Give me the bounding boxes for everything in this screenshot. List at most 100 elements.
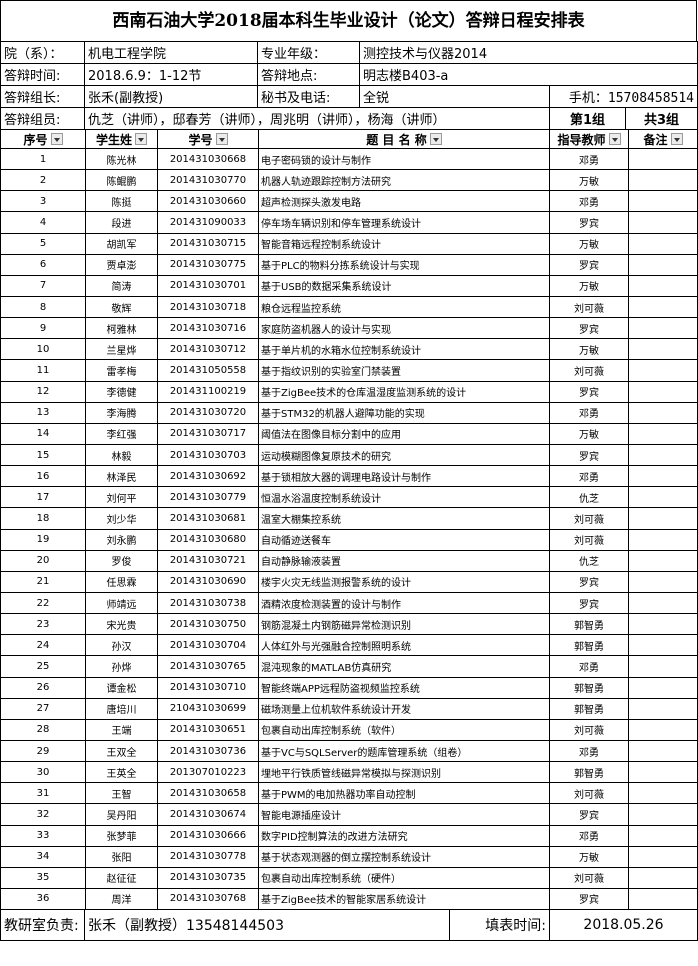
- row-number[interactable]: 16: [0, 465, 86, 488]
- advisor[interactable]: 万敏: [549, 422, 629, 445]
- student-name[interactable]: 刘永鹏: [85, 528, 158, 551]
- student-id[interactable]: 201431050558: [157, 359, 259, 382]
- student-name[interactable]: 张梦菲: [85, 824, 158, 847]
- table-row[interactable]: 21 任思霖 201431030690 楼宇火灾无线监测报警系统的设计 罗宾: [0, 570, 698, 593]
- remark[interactable]: [628, 718, 698, 741]
- student-id[interactable]: 201431030765: [157, 655, 259, 678]
- advisor[interactable]: 罗宾: [549, 211, 629, 234]
- student-name[interactable]: 简涛: [85, 274, 158, 297]
- student-id[interactable]: 201431030658: [157, 782, 259, 805]
- student-name[interactable]: 孙汉: [85, 634, 158, 657]
- student-id[interactable]: 201431030715: [157, 232, 259, 255]
- row-number[interactable]: 8: [0, 295, 86, 319]
- student-id[interactable]: 201431030716: [157, 317, 259, 340]
- row-number[interactable]: 1: [0, 147, 86, 171]
- row-number[interactable]: 15: [0, 443, 86, 467]
- thesis-title[interactable]: 数字PID控制算法的改进方法研究: [258, 824, 550, 847]
- advisor[interactable]: 刘可薇: [549, 528, 629, 551]
- row-number[interactable]: 32: [0, 803, 86, 826]
- remark[interactable]: [628, 253, 698, 276]
- advisor[interactable]: 郭智勇: [549, 613, 629, 636]
- student-id[interactable]: 201431030651: [157, 718, 259, 741]
- thesis-title[interactable]: 恒温水浴温度控制系统设计: [258, 486, 550, 509]
- thesis-title[interactable]: 机器人轨迹跟踪控制方法研究: [258, 169, 550, 192]
- remark[interactable]: [628, 274, 698, 297]
- remark[interactable]: [628, 317, 698, 340]
- thesis-title[interactable]: 基于指纹识别的实验室门禁装置: [258, 359, 550, 382]
- table-row[interactable]: 27 唐培川 210431030699 磁场测量上位机软件系统设计开发 郭智勇: [0, 697, 698, 720]
- table-row[interactable]: 11 雷孝梅 201431050558 基于指纹识别的实验室门禁装置 刘可薇: [0, 359, 698, 382]
- advisor[interactable]: 罗宾: [549, 443, 629, 467]
- student-name[interactable]: 王智: [85, 782, 158, 805]
- advisor[interactable]: 万敏: [549, 845, 629, 868]
- row-number[interactable]: 31: [0, 782, 86, 805]
- advisor[interactable]: 邓勇: [549, 739, 629, 763]
- thesis-title[interactable]: 粮仓远程监控系统: [258, 295, 550, 319]
- student-id[interactable]: 201431030690: [157, 570, 259, 593]
- student-name[interactable]: 唐培川: [85, 697, 158, 720]
- thesis-title[interactable]: 基于VC与SQLServer的题库管理系统（组卷）: [258, 739, 550, 763]
- student-id[interactable]: 201431030704: [157, 634, 259, 657]
- student-name[interactable]: 王双全: [85, 739, 158, 763]
- table-row[interactable]: 23 宋光贵 201431030750 钢筋混凝土内钢筋磁异常检测识别 郭智勇: [0, 613, 698, 636]
- remark[interactable]: [628, 338, 698, 361]
- student-id[interactable]: 201307010223: [157, 761, 259, 784]
- advisor[interactable]: 邓勇: [549, 824, 629, 847]
- student-name[interactable]: 雷孝梅: [85, 359, 158, 382]
- remark[interactable]: [628, 211, 698, 234]
- student-id[interactable]: 201431030768: [157, 887, 259, 911]
- student-name[interactable]: 赵征征: [85, 866, 158, 889]
- student-name[interactable]: 王英全: [85, 761, 158, 784]
- thesis-title[interactable]: 基于STM32的机器人避障功能的实现: [258, 401, 550, 424]
- student-name[interactable]: 陈光林: [85, 147, 158, 171]
- table-row[interactable]: 20 罗俊 201431030721 自动静脉输液装置 仇芝: [0, 549, 698, 572]
- table-row[interactable]: 13 李海腾 201431030720 基于STM32的机器人避障功能的实现 邓勇: [0, 401, 698, 424]
- row-number[interactable]: 26: [0, 676, 86, 699]
- table-row[interactable]: 36 周洋 201431030768 基于ZigBee技术的智能家居系统设计 罗宾: [0, 887, 698, 911]
- thesis-title[interactable]: 阈值法在图像目标分割中的应用: [258, 422, 550, 445]
- remark[interactable]: [628, 739, 698, 763]
- major-value[interactable]: 测控技术与仪器2014: [359, 41, 698, 64]
- table-row[interactable]: 10 兰星烨 201431030712 基于单片机的水箱水位控制系统设计 万敏: [0, 338, 698, 361]
- student-id[interactable]: 201431030736: [157, 739, 259, 763]
- student-name[interactable]: 兰星烨: [85, 338, 158, 361]
- thesis-title[interactable]: 停车场车辆识别和停车管理系统设计: [258, 211, 550, 234]
- leader-value[interactable]: 张禾(副教授): [84, 85, 258, 108]
- advisor[interactable]: 刘可薇: [549, 507, 629, 530]
- members-value[interactable]: 仇芝（讲师），邸春芳（讲师），周兆明（讲师），杨海（讲师）: [84, 107, 550, 130]
- table-row[interactable]: 8 敬辉 201431030718 粮仓远程监控系统 刘可薇: [0, 295, 698, 319]
- advisor[interactable]: 罗宾: [549, 803, 629, 826]
- table-row[interactable]: 12 李德健 201431100219 基于ZigBee技术的仓库温湿度监测系统的设计…: [0, 380, 698, 403]
- table-row[interactable]: 9 柯雅林 201431030716 家庭防盗机器人的设计与实现 罗宾: [0, 317, 698, 340]
- student-id[interactable]: 201431030778: [157, 845, 259, 868]
- thesis-title[interactable]: 智能音箱远程控制系统设计: [258, 232, 550, 255]
- remark[interactable]: [628, 507, 698, 530]
- student-id[interactable]: 201431030692: [157, 465, 259, 488]
- thesis-title[interactable]: 钢筋混凝土内钢筋磁异常检测识别: [258, 613, 550, 636]
- remark[interactable]: [628, 359, 698, 382]
- student-name[interactable]: 贾卓澎: [85, 253, 158, 276]
- row-number[interactable]: 2: [0, 169, 86, 192]
- time-value[interactable]: 2018.6.9：1-12节: [84, 63, 258, 86]
- advisor[interactable]: 罗宾: [549, 887, 629, 911]
- advisor[interactable]: 郭智勇: [549, 761, 629, 784]
- place-value[interactable]: 明志楼B403-a: [359, 63, 698, 86]
- office-value[interactable]: 张禾（副教授）13548144503: [84, 909, 450, 942]
- row-number[interactable]: 4: [0, 211, 86, 234]
- student-id[interactable]: 210431030699: [157, 697, 259, 720]
- row-number[interactable]: 25: [0, 655, 86, 678]
- remark[interactable]: [628, 866, 698, 889]
- student-name[interactable]: 林泽民: [85, 465, 158, 488]
- row-number[interactable]: 24: [0, 634, 86, 657]
- student-name[interactable]: 柯雅林: [85, 317, 158, 340]
- remark[interactable]: [628, 422, 698, 445]
- advisor[interactable]: 邓勇: [549, 401, 629, 424]
- student-name[interactable]: 段进: [85, 211, 158, 234]
- thesis-title[interactable]: 基于单片机的水箱水位控制系统设计: [258, 338, 550, 361]
- table-row[interactable]: 29 王双全 201431030736 基于VC与SQLServer的题库管理系统（组…: [0, 739, 698, 763]
- advisor[interactable]: 郭智勇: [549, 676, 629, 699]
- table-row[interactable]: 26 谭金松 201431030710 智能终端APP远程防盗视频监控系统 郭智勇: [0, 676, 698, 699]
- student-name[interactable]: 敬辉: [85, 295, 158, 319]
- thesis-title[interactable]: 智能终端APP远程防盗视频监控系统: [258, 676, 550, 699]
- student-name[interactable]: 胡凯军: [85, 232, 158, 255]
